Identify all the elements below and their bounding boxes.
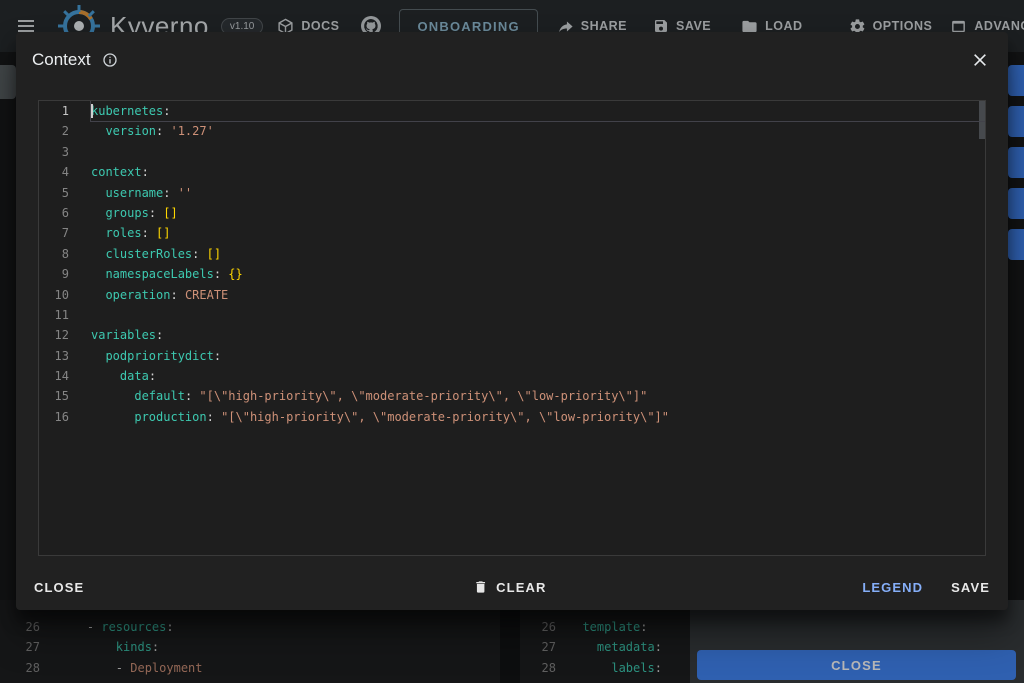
line-number: 12 <box>39 325 69 345</box>
clear-button[interactable]: CLEAR <box>473 579 546 595</box>
trash-icon <box>473 579 488 595</box>
code-line: 13 podprioritydict: <box>39 346 985 366</box>
code-line: 3 <box>39 142 985 162</box>
code-line: 4 context: <box>39 162 985 182</box>
line-content: version: '1.27' <box>91 121 985 141</box>
info-icon <box>102 52 118 68</box>
code-line: 10 operation: CREATE <box>39 285 985 305</box>
line-content: namespaceLabels: {} <box>91 264 985 284</box>
line-number: 10 <box>39 285 69 305</box>
context-editor[interactable]: 1kubernetes:2 version: '1.27'34context:5… <box>38 100 986 556</box>
modal-footer: CLOSE CLEAR LEGEND SAVE <box>16 564 1008 610</box>
info-button[interactable] <box>102 52 118 68</box>
close-button[interactable] <box>968 48 992 72</box>
line-content: variables: <box>91 325 985 345</box>
line-content: kubernetes: <box>91 101 985 121</box>
footer-right-group: LEGEND SAVE <box>862 580 990 595</box>
code-line: 8 clusterRoles: [] <box>39 244 985 264</box>
line-number: 5 <box>39 183 69 203</box>
line-content <box>91 305 985 325</box>
line-number: 7 <box>39 223 69 243</box>
line-content: production: "[\"high-priority\", \"moder… <box>91 407 985 427</box>
line-content: clusterRoles: [] <box>91 244 985 264</box>
line-content: operation: CREATE <box>91 285 985 305</box>
context-modal: Context 1kubernetes:2 version: '1.27'34c… <box>16 32 1008 610</box>
line-content: roles: [] <box>91 223 985 243</box>
modal-header: Context <box>16 32 1008 88</box>
line-content: default: "[\"high-priority\", \"moderate… <box>91 386 985 406</box>
line-content: groups: [] <box>91 203 985 223</box>
line-number: 3 <box>39 142 69 162</box>
code-line: 6 groups: [] <box>39 203 985 223</box>
code-line: 5 username: '' <box>39 183 985 203</box>
app-root: Kyverno v1.10 DOCS ONBOARDING SHARE SAVE… <box>0 0 1024 683</box>
modal-close-button[interactable]: CLOSE <box>34 580 84 595</box>
code-line: 7 roles: [] <box>39 223 985 243</box>
line-number: 15 <box>39 386 69 406</box>
code-line: 2 version: '1.27' <box>39 121 985 141</box>
line-number: 1 <box>39 101 69 121</box>
clear-label: CLEAR <box>496 580 546 595</box>
code-line: 1 kubernetes: <box>39 101 985 121</box>
modal-title: Context <box>32 50 91 70</box>
line-content: podprioritydict: <box>91 346 985 366</box>
line-number: 4 <box>39 162 69 182</box>
line-content: username: '' <box>91 183 985 203</box>
line-number: 6 <box>39 203 69 223</box>
line-number: 11 <box>39 305 69 325</box>
legend-button[interactable]: LEGEND <box>862 580 923 595</box>
code-line: 16 production: "[\"high-priority\", \"mo… <box>39 407 985 427</box>
line-content: data: <box>91 366 985 386</box>
modal-save-button[interactable]: SAVE <box>951 580 990 595</box>
close-icon <box>972 52 988 68</box>
line-number: 13 <box>39 346 69 366</box>
line-content: context: <box>91 162 985 182</box>
code-line: 12 variables: <box>39 325 985 345</box>
code-line: 15 default: "[\"high-priority\", \"moder… <box>39 386 985 406</box>
line-number: 14 <box>39 366 69 386</box>
line-number: 2 <box>39 121 69 141</box>
code-line: 9 namespaceLabels: {} <box>39 264 985 284</box>
line-number: 16 <box>39 407 69 427</box>
code-line: 11 <box>39 305 985 325</box>
line-number: 9 <box>39 264 69 284</box>
line-number: 8 <box>39 244 69 264</box>
text-cursor <box>91 104 93 118</box>
code-line: 14 data: <box>39 366 985 386</box>
line-content <box>91 142 985 162</box>
